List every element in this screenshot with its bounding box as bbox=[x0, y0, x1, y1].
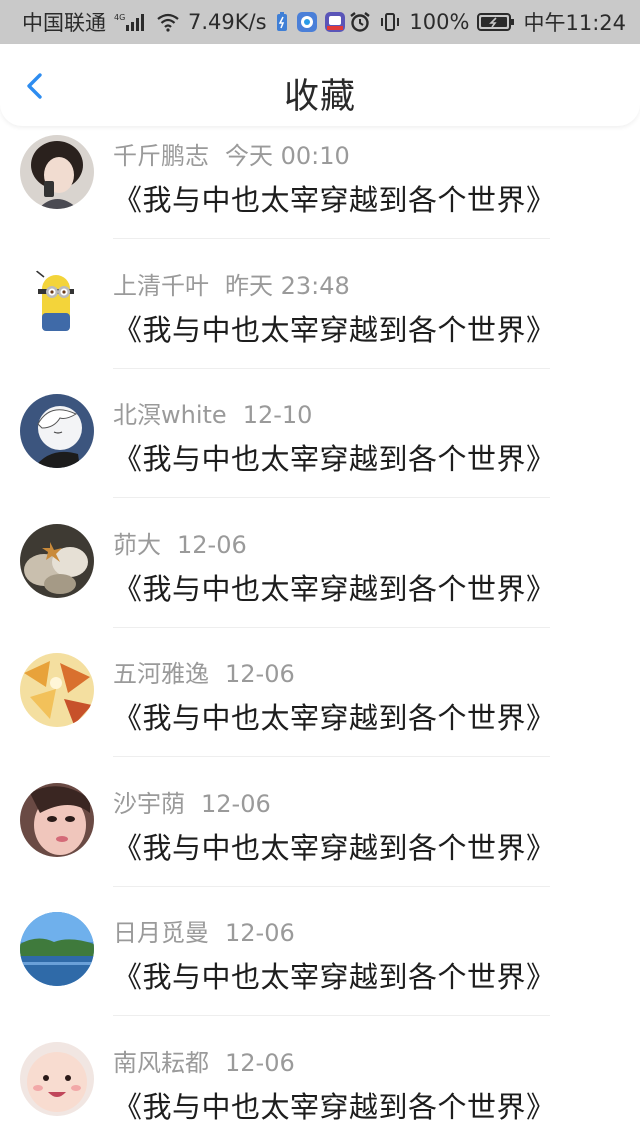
timestamp: 12-06 bbox=[225, 919, 295, 947]
avatar[interactable] bbox=[20, 135, 94, 209]
avatar[interactable] bbox=[20, 782, 94, 857]
timestamp: 12-10 bbox=[242, 401, 313, 429]
avatar[interactable] bbox=[20, 1041, 94, 1116]
avatar[interactable] bbox=[20, 912, 94, 986]
divider bbox=[113, 1015, 550, 1016]
divider bbox=[113, 756, 550, 757]
avatar[interactable] bbox=[20, 523, 94, 598]
user-name: 日月觅曼 bbox=[113, 919, 209, 947]
signal-icon: 4G bbox=[114, 12, 148, 32]
timestamp: 昨天 23:48 bbox=[225, 271, 350, 300]
avatar[interactable] bbox=[20, 653, 94, 727]
user-name: 茆大 bbox=[113, 530, 161, 559]
divider bbox=[113, 367, 550, 369]
page-title: 收藏 bbox=[283, 77, 356, 117]
battery-percent: 100% bbox=[409, 10, 470, 34]
timestamp: 12-06 bbox=[225, 1048, 295, 1077]
timestamp: 12-06 bbox=[177, 530, 247, 559]
favorites-list: 千斤鹏志 今天 00:10 《我与中也太宰穿越到各个世界》 上清千叶 昨天 23:4… bbox=[0, 116, 640, 1138]
reader-app-icon bbox=[324, 12, 345, 32]
lake-landscape-avatar bbox=[20, 912, 94, 986]
user-name: 北溟white bbox=[113, 401, 227, 429]
battery-saver-icon bbox=[275, 11, 289, 33]
book-title: 《我与中也太宰穿越到各个世界》 bbox=[113, 442, 556, 476]
baby-face-avatar bbox=[20, 1041, 94, 1116]
timestamp: 12-06 bbox=[201, 789, 271, 818]
divider bbox=[113, 238, 550, 239]
book-title: 《我与中也太宰穿越到各个世界》 bbox=[113, 1089, 556, 1124]
list-item[interactable]: 沙宇荫 12-06 《我与中也太宰穿越到各个世界》 bbox=[0, 764, 640, 894]
list-item[interactable]: 五河雅逸 12-06 《我与中也太宰穿越到各个世界》 bbox=[0, 634, 640, 764]
user-name: 千斤鹏志 bbox=[113, 142, 209, 170]
list-item[interactable]: 北溟white 12-10 《我与中也太宰穿越到各个世界》 bbox=[0, 375, 640, 505]
list-item[interactable]: 上清千叶 昨天 23:48 《我与中也太宰穿越到各个世界》 bbox=[0, 246, 640, 376]
list-item[interactable]: 南风耘都 12-06 《我与中也太宰穿越到各个世界》 bbox=[0, 1023, 640, 1138]
user-name: 沙宇荫 bbox=[113, 789, 185, 818]
user-name: 上清千叶 bbox=[113, 271, 209, 300]
book-title: 《我与中也太宰穿越到各个世界》 bbox=[113, 312, 556, 347]
autumn-leaves-avatar bbox=[20, 653, 94, 727]
timestamp: 12-06 bbox=[225, 660, 295, 688]
app-notification-icon bbox=[296, 12, 317, 32]
divider bbox=[113, 885, 550, 887]
user-name: 五河雅逸 bbox=[113, 660, 209, 688]
book-title: 《我与中也太宰穿越到各个世界》 bbox=[113, 183, 556, 217]
list-item[interactable]: 千斤鹏志 今天 00:10 《我与中也太宰穿越到各个世界》 bbox=[0, 116, 640, 246]
girl-selfie-avatar bbox=[20, 782, 94, 857]
stones-avatar bbox=[20, 523, 94, 598]
vibrate-icon bbox=[379, 11, 401, 33]
nav-header: 收藏 bbox=[0, 44, 640, 126]
clock-time: 中午11:24 bbox=[523, 11, 626, 35]
divider bbox=[113, 626, 550, 628]
battery-charging-icon bbox=[477, 12, 515, 32]
book-title: 《我与中也太宰穿越到各个世界》 bbox=[113, 571, 556, 606]
book-title: 《我与中也太宰穿越到各个世界》 bbox=[113, 960, 556, 994]
avatar[interactable] bbox=[20, 264, 94, 339]
carrier-label: 中国联通 bbox=[22, 11, 106, 35]
list-item[interactable]: 日月觅曼 12-06 《我与中也太宰穿越到各个世界》 bbox=[0, 893, 640, 1023]
divider bbox=[113, 497, 550, 498]
user-name: 南风耘都 bbox=[113, 1048, 209, 1077]
timestamp: 今天 00:10 bbox=[225, 142, 350, 170]
minion-avatar bbox=[20, 264, 94, 339]
status-bar: 中国联通 4G 7.49K/s 100% 中午11:24 bbox=[0, 0, 640, 44]
book-title: 《我与中也太宰穿越到各个世界》 bbox=[113, 830, 556, 865]
avatar[interactable] bbox=[20, 394, 94, 468]
alarm-icon bbox=[349, 11, 371, 33]
wifi-icon bbox=[156, 12, 180, 32]
girl-photo-avatar bbox=[20, 135, 94, 209]
book-title: 《我与中也太宰穿越到各个世界》 bbox=[113, 701, 556, 735]
list-item[interactable]: 茆大 12-06 《我与中也太宰穿越到各个世界》 bbox=[0, 505, 640, 635]
network-type: 4G bbox=[114, 13, 125, 22]
network-speed: 7.49K/s bbox=[188, 10, 267, 34]
anime-sketch-avatar bbox=[20, 394, 94, 468]
